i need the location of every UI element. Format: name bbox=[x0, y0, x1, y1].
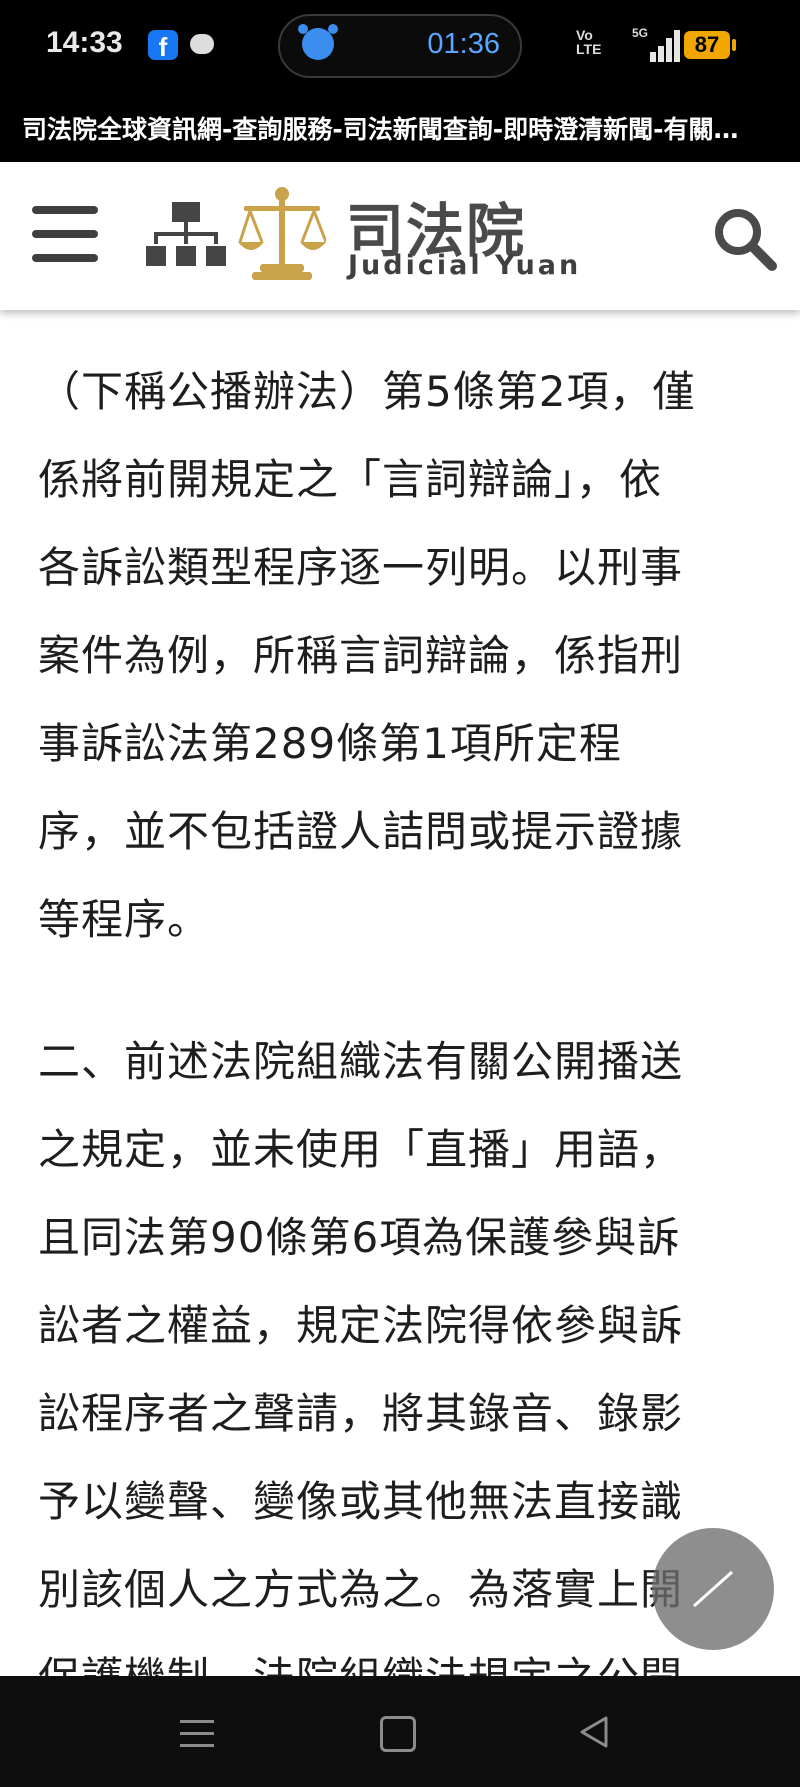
alarm-timer-pill[interactable]: 01:36 bbox=[278, 14, 522, 78]
chat-bubble-icon bbox=[190, 34, 214, 54]
facebook-icon: f bbox=[148, 30, 178, 62]
article-line: 係將前開規定之「言詞辯論」，依 bbox=[38, 455, 663, 504]
logo-english: Judicial Yuan bbox=[348, 250, 582, 281]
article-line: 序，並不包括證人詰問或提示證據 bbox=[38, 807, 684, 856]
article-line: 訟程序者之聲請，將其錄音、錄影 bbox=[38, 1389, 684, 1438]
article-line: 各訴訟類型程序逐一列明。以刑事 bbox=[38, 543, 684, 592]
sitemap-icon[interactable] bbox=[146, 202, 226, 268]
browser-title-bar[interactable]: 司法院全球資訊網-查詢服務-司法新聞查詢-即時澄清新聞-有關… bbox=[0, 96, 800, 162]
home-icon[interactable] bbox=[380, 1716, 416, 1752]
search-icon[interactable] bbox=[712, 206, 778, 272]
scales-of-justice-icon bbox=[238, 187, 326, 280]
article-line: 等程序。 bbox=[38, 895, 211, 944]
article-line: 二、前述法院組織法有關公開播送 bbox=[38, 1037, 684, 1086]
page-title: 司法院全球資訊網-查詢服務-司法新聞查詢-即時澄清新聞-有關… bbox=[22, 115, 739, 144]
article-line: 且同法第90條第6項為保護參與訴 bbox=[38, 1213, 681, 1262]
arrow-up-icon bbox=[692, 1570, 734, 1608]
article-line: （下稱公播辦法）第5條第2項，僅 bbox=[38, 367, 696, 416]
article-line: 之規定，並未使用「直播」用語， bbox=[38, 1125, 684, 1174]
article-line: 別該個人之方式為之。為落實上開 bbox=[38, 1565, 684, 1614]
alarm-clock-icon bbox=[298, 24, 338, 60]
back-icon[interactable] bbox=[576, 1714, 612, 1750]
article-content: （下稱公播辦法）第5條第2項，僅 係將前開規定之「言詞辯論」，依 各訴訟類型程序… bbox=[0, 276, 800, 1676]
signal-strength-icon: 5G bbox=[632, 26, 680, 62]
volte-label: Vo LTE bbox=[576, 28, 601, 56]
network-type-label: 5G bbox=[632, 26, 649, 40]
article-line: 保護機制，法院組織法規定之公開 bbox=[38, 1644, 683, 1676]
article-line: 予以變聲、變像或其他無法直接識 bbox=[38, 1477, 684, 1526]
article-line: 案件為例，所稱言詞辯論，係指刑 bbox=[38, 631, 684, 680]
alarm-timer-text: 01:36 bbox=[427, 28, 500, 60]
article-line: 訟者之權益，規定法院得依參與訴 bbox=[38, 1301, 684, 1350]
hamburger-menu-icon[interactable] bbox=[32, 206, 98, 262]
recent-apps-icon[interactable] bbox=[180, 1720, 214, 1748]
system-navigation-bar bbox=[0, 1676, 800, 1787]
article-line: 事訴訟法第289條第1項所定程 bbox=[38, 719, 622, 768]
status-time: 14:33 bbox=[46, 26, 123, 59]
site-header: 司法院 Judicial Yuan bbox=[0, 162, 800, 310]
battery-icon: 87 bbox=[684, 31, 736, 59]
scroll-to-top-button[interactable] bbox=[652, 1528, 774, 1650]
volte-text: Vo LTE bbox=[576, 27, 602, 57]
status-bar: 14:33 f 01:36 Vo LTE 5G 87 bbox=[0, 0, 800, 96]
